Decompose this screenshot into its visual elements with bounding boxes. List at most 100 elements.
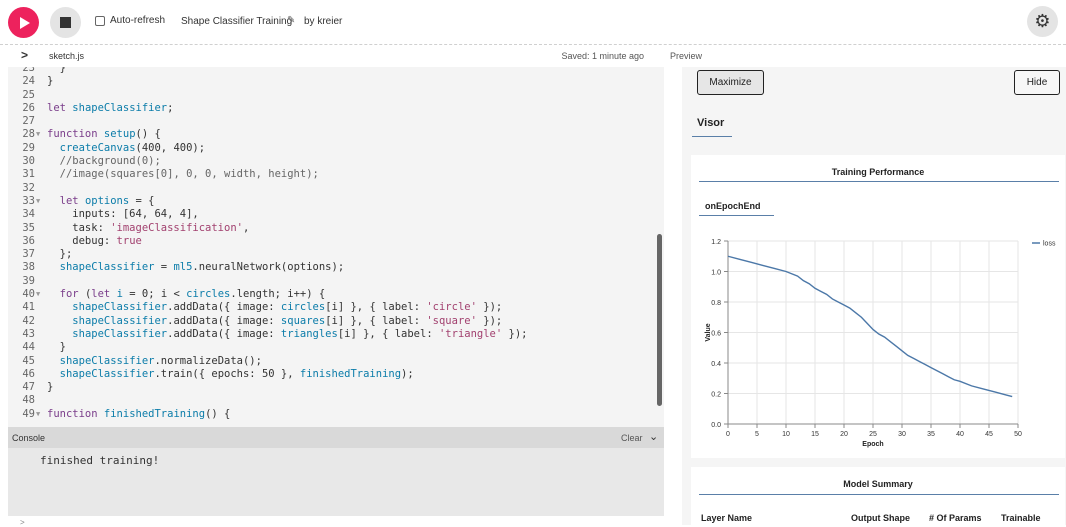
code-line[interactable]: 32 bbox=[8, 182, 664, 195]
code-text: } bbox=[47, 75, 54, 88]
code-text: } bbox=[47, 381, 54, 394]
code-line[interactable]: 24} bbox=[8, 75, 664, 88]
hide-button[interactable]: Hide bbox=[1014, 70, 1060, 95]
column-header: # Of Params bbox=[929, 513, 982, 523]
code-line[interactable]: 40 ▼ for (let i = 0; i < circles.length; … bbox=[8, 288, 664, 301]
line-number: 36 bbox=[22, 234, 35, 247]
editor-scrollbar[interactable] bbox=[657, 234, 662, 406]
project-author[interactable]: by kreier bbox=[304, 16, 342, 27]
tab-underline bbox=[692, 136, 732, 137]
play-button[interactable] bbox=[8, 7, 39, 38]
console-clear-button[interactable]: Clear bbox=[621, 433, 643, 443]
code-line[interactable]: 44 } bbox=[8, 341, 664, 354]
tab-visor[interactable]: Visor bbox=[697, 117, 724, 129]
x-tick-label: 20 bbox=[840, 431, 848, 438]
line-number: 46 bbox=[22, 367, 35, 380]
x-tick-label: 15 bbox=[811, 431, 819, 438]
code-text: //image(squares[0], 0, 0, width, height)… bbox=[59, 168, 319, 181]
fold-arrow-icon[interactable]: ▼ bbox=[36, 408, 40, 421]
code-line[interactable]: 27 bbox=[8, 115, 664, 128]
code-line[interactable]: 34 inputs: [64, 64, 4], bbox=[8, 208, 664, 221]
line-number: 30 bbox=[22, 155, 35, 168]
code-editor[interactable]: 23 } 24} 25 26 let shapeClassifier; 27 28 ▼ func… bbox=[8, 67, 664, 427]
model-summary-card: Model Summary Layer Name Output Shape # … bbox=[691, 467, 1065, 525]
line-number: 23 bbox=[22, 67, 35, 74]
fold-arrow-icon[interactable]: ▼ bbox=[36, 128, 40, 141]
sidebar-toggle-icon[interactable]: > bbox=[21, 48, 28, 62]
code-line[interactable]: 42 shapeClassifier.addData({ image: squa… bbox=[8, 315, 664, 328]
x-tick-label: 30 bbox=[898, 431, 906, 438]
line-number: 47 bbox=[22, 381, 35, 394]
code-text: function finishedTraining() { bbox=[47, 407, 231, 420]
code-line[interactable]: 47} bbox=[8, 381, 664, 394]
y-tick-label: 0.8 bbox=[711, 300, 721, 307]
line-number: 24 bbox=[22, 75, 35, 88]
fold-arrow-icon[interactable]: ▼ bbox=[36, 195, 40, 208]
settings-button[interactable]: ⚙ bbox=[1027, 6, 1058, 37]
code-text: shapeClassifier.normalizeData(); bbox=[59, 354, 262, 367]
line-number: 44 bbox=[22, 341, 35, 354]
tab-onepochend[interactable]: onEpochEnd bbox=[705, 201, 761, 211]
code-line[interactable]: 45 shapeClassifier.normalizeData(); bbox=[8, 355, 664, 368]
code-text: } bbox=[47, 67, 66, 74]
loss-chart: 0.0 0.2 0.4 0.6 0.8 1.0 1.2 0 5 10 15 20 25 30 35 40 45 5… bbox=[705, 239, 1056, 448]
y-tick-label: 0.4 bbox=[711, 361, 721, 368]
column-header: Layer Name bbox=[701, 513, 753, 523]
auto-refresh-toggle[interactable]: Auto-refresh bbox=[95, 15, 165, 26]
fold-arrow-icon[interactable]: ▼ bbox=[36, 288, 40, 301]
code-line[interactable]: 48 bbox=[8, 394, 664, 407]
column-header: Trainable bbox=[1001, 513, 1041, 523]
code-line[interactable]: 36 debug: true bbox=[8, 235, 664, 248]
console-output: finished training! bbox=[8, 448, 664, 516]
code-line[interactable]: 26 let shapeClassifier; bbox=[8, 102, 664, 115]
project-name[interactable]: Shape Classifier Training bbox=[181, 16, 292, 27]
line-number: 33 bbox=[22, 194, 35, 207]
chevron-down-icon[interactable]: ⌄ bbox=[649, 430, 658, 443]
console-message: finished training! bbox=[40, 454, 160, 467]
line-number: 42 bbox=[22, 314, 35, 327]
code-text: shapeClassifier.addData({ image: circles… bbox=[72, 301, 503, 314]
auto-refresh-checkbox[interactable] bbox=[95, 15, 105, 26]
code-lines[interactable]: 23 } 24} 25 26 let shapeClassifier; 27 28 ▼ func… bbox=[8, 67, 664, 421]
code-line[interactable]: 23 } bbox=[8, 67, 664, 75]
code-text: let shapeClassifier; bbox=[47, 101, 174, 114]
console-prompt: > bbox=[20, 518, 25, 527]
y-tick-label: 1.0 bbox=[711, 270, 721, 277]
code-line[interactable]: 35 task: 'imageClassification', bbox=[8, 222, 664, 235]
code-line[interactable]: 41 shapeClassifier.addData({ image: circ… bbox=[8, 301, 664, 314]
pencil-icon[interactable]: ✎ bbox=[287, 15, 295, 26]
code-text: inputs: [64, 64, 4], bbox=[47, 208, 199, 221]
code-text: task: 'imageClassification', bbox=[47, 221, 250, 234]
file-name: sketch.js bbox=[49, 51, 85, 61]
x-tick-label: 50 bbox=[1014, 431, 1022, 438]
code-line[interactable]: 49 ▼ function finishedTraining() { bbox=[8, 408, 664, 421]
toolbar: Auto-refresh Shape Classifier Training ✎… bbox=[0, 0, 1066, 45]
legend-label: loss bbox=[1043, 241, 1056, 248]
code-text: debug: true bbox=[47, 234, 142, 247]
code-line[interactable]: 33 ▼ let options = { bbox=[8, 195, 664, 208]
title-rule bbox=[699, 181, 1059, 182]
loss-line bbox=[727, 255, 1013, 398]
preview-pane: Maximize Hide Visor Training Performance… bbox=[682, 67, 1066, 525]
line-number: 35 bbox=[22, 221, 35, 234]
code-line[interactable]: 31 //image(squares[0], 0, 0, width, heig… bbox=[8, 168, 664, 181]
code-line[interactable]: 37 }; bbox=[8, 248, 664, 261]
auto-refresh-label: Auto-refresh bbox=[110, 15, 166, 26]
x-tick-label: 10 bbox=[782, 431, 790, 438]
code-line[interactable]: 38 shapeClassifier = ml5.neuralNetwork(o… bbox=[8, 261, 664, 274]
code-line[interactable]: 30 //background(0); bbox=[8, 155, 664, 168]
stop-button[interactable] bbox=[50, 7, 81, 38]
code-text: shapeClassifier = ml5.neuralNetwork(opti… bbox=[59, 261, 345, 274]
code-line[interactable]: 39 bbox=[8, 275, 664, 288]
code-line[interactable]: 29 createCanvas(400, 400); bbox=[8, 142, 664, 155]
maximize-button[interactable]: Maximize bbox=[697, 70, 764, 95]
code-line[interactable]: 46 shapeClassifier.train({ epochs: 50 },… bbox=[8, 368, 664, 381]
x-tick-label: 40 bbox=[956, 431, 964, 438]
code-text: } bbox=[47, 341, 66, 354]
x-tick-label: 25 bbox=[869, 431, 877, 438]
code-line[interactable]: 28 ▼ function setup() { bbox=[8, 128, 664, 141]
code-line[interactable]: 25 bbox=[8, 89, 664, 102]
line-number: 31 bbox=[22, 168, 35, 181]
code-line[interactable]: 43 shapeClassifier.addData({ image: tria… bbox=[8, 328, 664, 341]
console-input[interactable]: > bbox=[8, 516, 664, 527]
